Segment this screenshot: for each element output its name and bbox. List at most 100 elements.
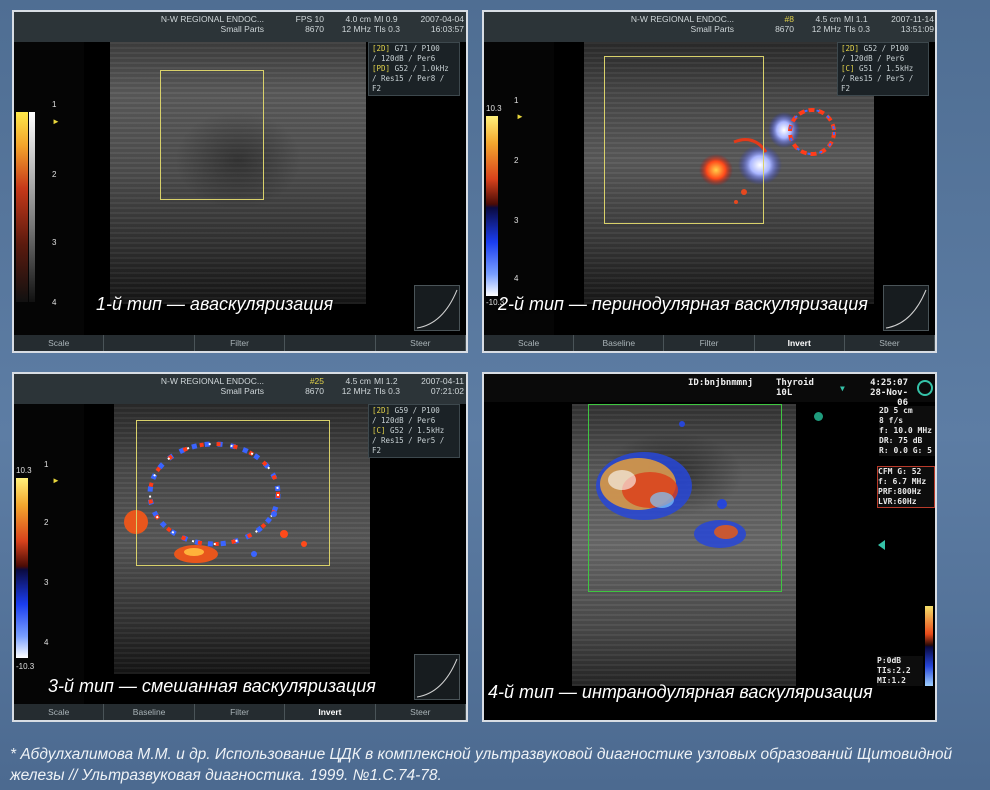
dropdown-arrow-icon[interactable]: ▼ (840, 384, 845, 394)
frequency: 12 MHz (341, 24, 371, 34)
panel-caption: 4-й тип — интранодулярная васкуляризация (488, 682, 873, 702)
depth-tick: 1 (514, 96, 519, 105)
panel-caption: 2-й тип — перинодулярная васкуляризация (498, 294, 868, 314)
velocity-max: 10.3 (16, 466, 32, 475)
focus-marker-icon (878, 540, 885, 550)
filter-button[interactable]: Filter (195, 335, 286, 351)
image-number: #25 (309, 376, 324, 386)
depth-tick: 1 (44, 460, 49, 469)
clinic-name: N-W REGIONAL ENDOC... (630, 14, 734, 24)
panel-header: N-W REGIONAL ENDOC... Small Parts FPS 10… (14, 12, 466, 42)
focus-marker-icon: ► (52, 117, 60, 126)
doppler-roi-box[interactable] (160, 70, 264, 200)
date: 2007-11-14 (891, 14, 934, 24)
depth-tick: 4 (52, 298, 57, 307)
image-settings-box: 2D 5 cm 8 f/s f: 10.0 MHz DR: 75 dB R: 0… (879, 406, 935, 456)
depth-tick: 3 (52, 238, 57, 247)
depth-tick: 1 (52, 100, 57, 109)
clinic-name: N-W REGIONAL ENDOC... (160, 14, 264, 24)
patient-id: ID:bnjbnmmnj (688, 378, 754, 388)
baseline-button[interactable]: Baseline (574, 335, 665, 351)
steer-button[interactable]: Steer (376, 704, 466, 720)
gain-curve-icon (883, 285, 929, 331)
date: 28-Nov-06 (870, 388, 908, 408)
date: 2007-04-11 (421, 376, 464, 386)
gray-scale-bar (29, 112, 35, 302)
probe-name: 10L (776, 388, 793, 398)
panel-caption: 3-й тип — смешанная васкуляризация (48, 676, 376, 696)
focus-marker-icon: ► (52, 476, 60, 485)
filter-button[interactable]: Filter (195, 704, 286, 720)
filter-button[interactable]: Filter (664, 335, 755, 351)
frequency: 12 MHz (811, 24, 841, 34)
frame-rate: FPS 10 (295, 14, 324, 24)
empty-button[interactable] (104, 335, 195, 351)
time: 16:03:57 (430, 24, 464, 34)
ultrasound-panel-3: N-W REGIONAL ENDOC... Small Parts #25 86… (12, 372, 468, 722)
empty-button[interactable] (285, 335, 376, 351)
preset-name: Small Parts (690, 24, 734, 34)
gain-curve-icon (414, 285, 460, 331)
velocity-max: 10.3 (486, 104, 502, 113)
ultrasound-panel-1: N-W REGIONAL ENDOC... Small Parts FPS 10… (12, 10, 468, 353)
mi-value: MI 1.2 (374, 376, 398, 386)
mi-value: MI 1.1 (844, 14, 868, 24)
depth-tick: 3 (514, 216, 519, 225)
power-doppler-scale (16, 112, 28, 302)
panel-header: N-W REGIONAL ENDOC... Small Parts #8 867… (484, 12, 935, 42)
source-citation: * Абдулхалимова М.М. и др. Использование… (10, 746, 953, 784)
tis-value: TIs 0.3 (374, 24, 400, 34)
probe-id: 8670 (305, 386, 324, 396)
scale-button[interactable]: Scale (14, 704, 105, 720)
tis-value: TIs 0.3 (844, 24, 870, 34)
probe-id: 8670 (305, 24, 324, 34)
cfm-settings-box: CFM G: 52 f: 6.7 MHz PRF:800Hz LVR:60Hz (877, 466, 935, 508)
color-doppler-scale (925, 606, 933, 686)
preset-name: Small Parts (220, 386, 264, 396)
control-bar: Scale Baseline Filter Invert Steer (484, 335, 935, 351)
doppler-roi-box[interactable] (588, 404, 782, 592)
steer-button[interactable]: Steer (376, 335, 466, 351)
settings-box: [2D] G59 / P100 / 120dB / Per6 [C] G52 /… (368, 404, 460, 458)
time: 4:25:07 (870, 378, 908, 388)
invert-button[interactable]: Invert (755, 335, 845, 351)
panel-caption: 1-й тип — аваскуляризация (96, 294, 334, 314)
ultrasound-panel-4: ID:bnjbnmmnj Thyroid 10L ▼ 4:25:07 28-No… (482, 372, 937, 722)
depth: 4.5 cm (345, 376, 371, 386)
depth: 4.5 cm (815, 14, 841, 24)
gain-curve-icon (414, 654, 460, 700)
depth-tick: 2 (514, 156, 519, 165)
clinic-name: N-W REGIONAL ENDOC... (160, 376, 264, 386)
color-doppler-scale (486, 116, 498, 296)
depth: 4.0 cm (345, 14, 371, 24)
focus-marker-icon: ► (516, 112, 524, 121)
time: 13:51:09 (900, 24, 934, 34)
doppler-roi-box[interactable] (136, 420, 330, 566)
panel-header: N-W REGIONAL ENDOC... Small Parts #25 86… (14, 374, 466, 404)
time: 07:21:02 (430, 386, 464, 396)
invert-button[interactable]: Invert (285, 704, 376, 720)
control-bar: Scale Filter Steer (14, 335, 466, 351)
frequency: 12 MHz (341, 386, 371, 396)
doppler-roi-box[interactable] (604, 56, 764, 224)
image-number: #8 (784, 14, 794, 24)
settings-box: [2D] G71 / P100 / 120dB / Per6 [PD] G52 … (368, 42, 460, 96)
status-ring-icon (917, 380, 933, 396)
scale-button[interactable]: Scale (14, 335, 105, 351)
tis-value: TIs 0.3 (374, 386, 400, 396)
power-settings-box: P:0dB TIs:2.2 MI:1.2 (877, 656, 923, 686)
preset-name: Small Parts (220, 24, 264, 34)
scale-button[interactable]: Scale (484, 335, 575, 351)
depth-tick: 3 (44, 578, 49, 587)
depth-tick: 4 (44, 638, 49, 647)
velocity-min: -10.3 (16, 662, 35, 671)
preset-name: Thyroid (776, 378, 814, 388)
marker-dot-icon (814, 412, 823, 421)
panel-header: ID:bnjbnmmnj Thyroid 10L ▼ 4:25:07 28-No… (484, 374, 935, 408)
baseline-button[interactable]: Baseline (104, 704, 195, 720)
depth-tick: 4 (514, 274, 519, 283)
depth-tick: 2 (52, 170, 57, 179)
steer-button[interactable]: Steer (845, 335, 935, 351)
probe-id: 8670 (775, 24, 794, 34)
color-doppler-scale (16, 478, 28, 658)
